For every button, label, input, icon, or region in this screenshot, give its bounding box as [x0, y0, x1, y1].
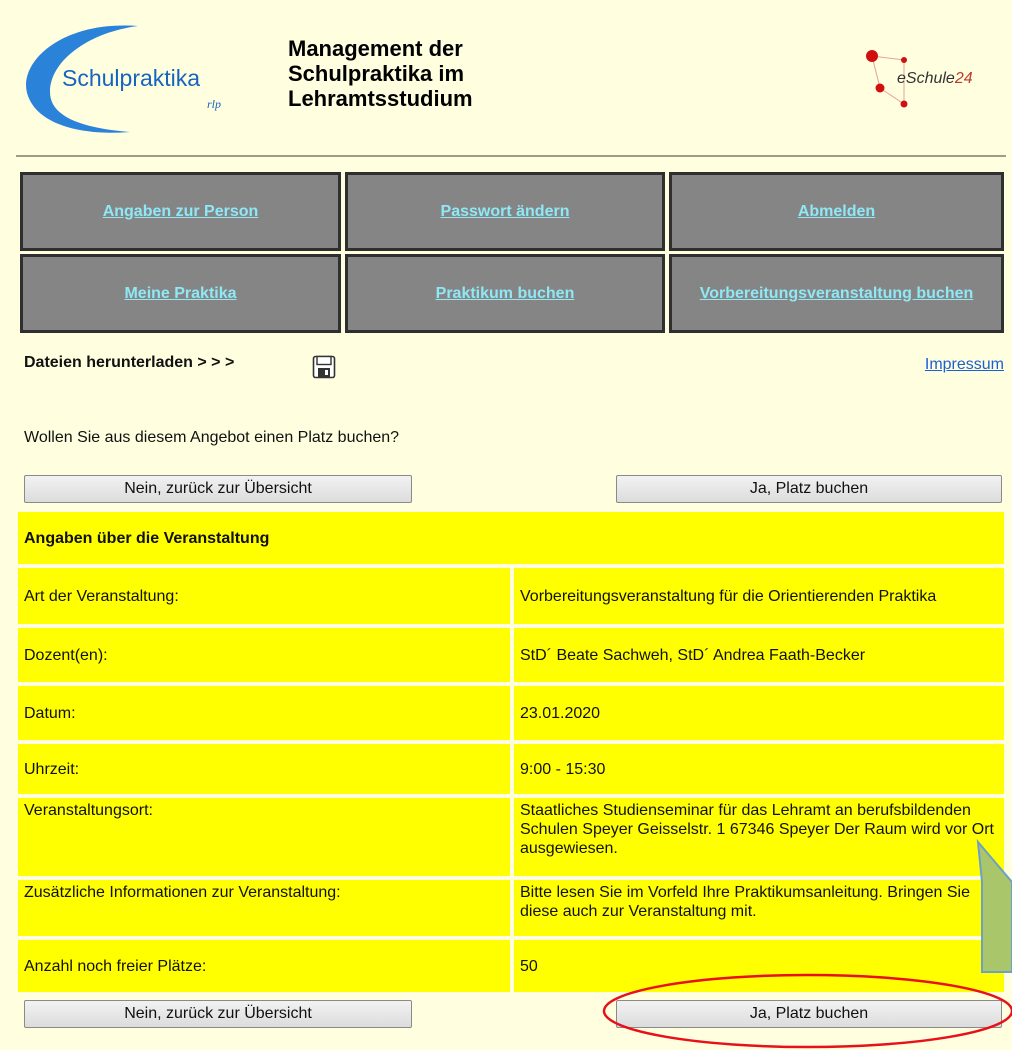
- eschule-word: eSchule: [897, 70, 955, 87]
- nav-link-password[interactable]: Passwort ändern: [441, 202, 570, 222]
- value-location-text: Staatliches Studienseminar für das Lehra…: [520, 802, 994, 857]
- value-free-seats-text: 50: [520, 957, 538, 975]
- nav-cell-password[interactable]: Passwort ändern: [345, 172, 665, 251]
- back-to-overview-button-bottom[interactable]: Nein, zurück zur Übersicht: [24, 1000, 412, 1028]
- value-time-text: 9:00 - 15:30: [520, 760, 606, 778]
- value-time: 9:00 - 15:30: [514, 744, 1004, 794]
- nav-link-book-preparation[interactable]: Vorbereitungsveranstaltung buchen: [700, 284, 974, 304]
- book-seat-button-top[interactable]: Ja, Platz buchen: [616, 475, 1002, 503]
- label-date: Datum:: [18, 686, 510, 740]
- label-additional-info-text: Zusätzliche Informationen zur Veranstalt…: [24, 884, 341, 901]
- label-time-text: Uhrzeit:: [24, 760, 80, 778]
- label-event-type-text: Art der Veranstaltung:: [24, 587, 179, 605]
- downloads-label: Dateien herunterladen > > >: [24, 354, 235, 371]
- annotation-arrow-icon: [976, 838, 1012, 973]
- header-divider: [16, 155, 1006, 157]
- value-lecturers: StD´ Beate Sachweh, StD´ Andrea Faath-Be…: [514, 628, 1004, 682]
- value-additional-info: Bitte lesen Sie im Vorfeld Ihre Praktiku…: [514, 880, 1004, 936]
- floppy-disk-icon[interactable]: [312, 355, 336, 379]
- nav-link-book-internship[interactable]: Praktikum buchen: [436, 284, 575, 304]
- label-location: Veranstaltungsort:: [18, 798, 510, 876]
- value-date: 23.01.2020: [514, 686, 1004, 740]
- label-date-text: Datum:: [24, 704, 76, 722]
- value-lecturers-text: StD´ Beate Sachweh, StD´ Andrea Faath-Be…: [520, 646, 866, 664]
- label-location-text: Veranstaltungsort:: [24, 802, 153, 819]
- value-event-type-text: Vorbereitungsveranstaltung für die Orien…: [520, 587, 937, 605]
- value-event-type: Vorbereitungsveranstaltung für die Orien…: [514, 568, 1004, 624]
- event-details-heading: Angaben über die Veranstaltung: [18, 512, 1004, 564]
- logo-left-sub: rlp: [207, 97, 221, 111]
- nav-link-my-internships[interactable]: Meine Praktika: [124, 284, 236, 304]
- label-free-seats: Anzahl noch freier Plätze:: [18, 940, 510, 992]
- nav-link-person[interactable]: Angaben zur Person: [103, 202, 259, 222]
- annotation-highlight-ellipse: [602, 973, 1012, 1049]
- schulpraktika-logo: Schulpraktika rlp: [26, 25, 221, 133]
- eschule24-logo-text: eSchule24: [897, 70, 973, 88]
- value-location: Staatliches Studienseminar für das Lehra…: [514, 798, 1004, 876]
- label-free-seats-text: Anzahl noch freier Plätze:: [24, 957, 207, 975]
- logo-left-text: Schulpraktika: [62, 65, 200, 91]
- label-lecturers: Dozent(en):: [18, 628, 510, 682]
- booking-question: Wollen Sie aus diesem Angebot einen Plat…: [24, 429, 400, 446]
- label-event-type: Art der Veranstaltung:: [18, 568, 510, 624]
- nav-link-logout[interactable]: Abmelden: [798, 202, 875, 222]
- event-details-heading-text: Angaben über die Veranstaltung: [24, 529, 270, 547]
- value-date-text: 23.01.2020: [520, 704, 601, 722]
- title-line-2: Schulpraktika im: [288, 61, 465, 86]
- nav-cell-my-internships[interactable]: Meine Praktika: [20, 254, 341, 333]
- impressum-link[interactable]: Impressum: [925, 356, 1004, 374]
- nav-cell-logout[interactable]: Abmelden: [669, 172, 1004, 251]
- back-to-overview-button-top[interactable]: Nein, zurück zur Übersicht: [24, 475, 412, 503]
- page-header: Schulpraktika rlp Management der Schulpr…: [0, 0, 1012, 157]
- nav-cell-book-preparation[interactable]: Vorbereitungsveranstaltung buchen: [669, 254, 1004, 333]
- eschule-number: 24: [954, 70, 973, 87]
- value-additional-info-text: Bitte lesen Sie im Vorfeld Ihre Praktiku…: [520, 884, 971, 920]
- label-time: Uhrzeit:: [18, 744, 510, 794]
- nav-cell-book-internship[interactable]: Praktikum buchen: [345, 254, 665, 333]
- nav-cell-person[interactable]: Angaben zur Person: [20, 172, 341, 251]
- title-line-3: Lehramtsstudium: [288, 86, 473, 111]
- label-lecturers-text: Dozent(en):: [24, 646, 108, 664]
- label-additional-info: Zusätzliche Informationen zur Veranstalt…: [18, 880, 510, 936]
- title-line-1: Management der: [288, 36, 463, 61]
- page-title: Management der Schulpraktika im Lehramts…: [288, 36, 578, 111]
